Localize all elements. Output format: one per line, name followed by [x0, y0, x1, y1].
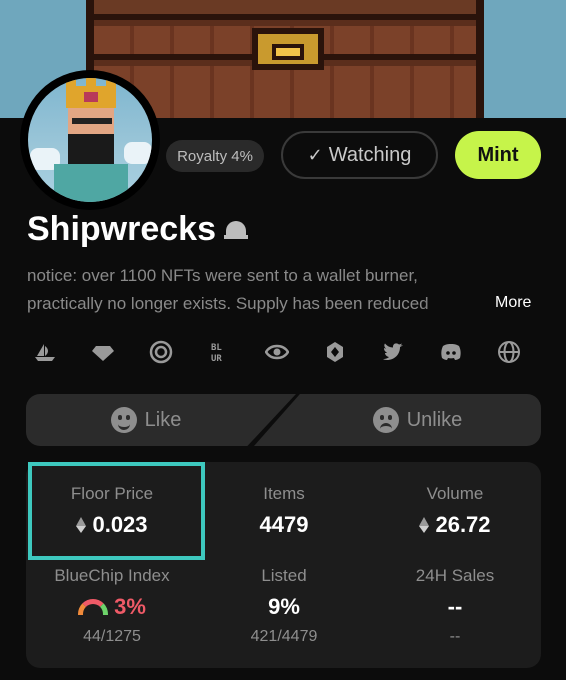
diamond-icon[interactable]	[85, 334, 121, 370]
sales-24h-value: --	[447, 594, 463, 619]
collection-avatar	[20, 70, 160, 210]
smile-icon	[110, 407, 137, 433]
chest-lock	[252, 28, 324, 70]
globe-icon[interactable]	[491, 334, 527, 370]
listed-sub: 421/4479	[250, 628, 318, 645]
element-icon[interactable]	[317, 334, 353, 370]
volume-label: Volume	[426, 484, 484, 503]
svg-text:UR: UR	[211, 354, 222, 364]
listed-label: Listed	[261, 566, 307, 585]
gauge-icon	[78, 599, 109, 615]
sad-face-icon	[372, 407, 399, 433]
discord-icon[interactable]	[433, 334, 469, 370]
social-links: BL UR	[27, 334, 527, 370]
stat-listed[interactable]: Listed 9% 421/4479	[198, 566, 370, 646]
sales-24h-label: 24H Sales	[415, 566, 495, 585]
blur-icon[interactable]: BL UR	[201, 334, 237, 370]
sales-24h-sub: --	[449, 628, 461, 645]
mint-label: Mint	[477, 143, 519, 166]
opensea-icon[interactable]	[27, 334, 63, 370]
stat-volume[interactable]: Volume 26.72	[369, 484, 541, 538]
looksrare-icon[interactable]	[143, 334, 179, 370]
unlike-label: Unlike	[406, 408, 463, 431]
x2y2-icon[interactable]	[259, 334, 295, 370]
stat-items[interactable]: Items 4479	[198, 484, 370, 538]
stat-bluechip-index[interactable]: BlueChip Index 3% 44/1275	[26, 566, 198, 646]
mint-button[interactable]: Mint	[455, 131, 541, 179]
items-label: Items	[263, 484, 305, 503]
royalty-label: Royalty 4%	[177, 147, 253, 165]
like-label: Like	[144, 408, 182, 431]
description-line-1: notice: over 1100 NFTs were sent to a wa…	[27, 266, 418, 285]
watching-label: Watching	[328, 143, 412, 166]
listed-value: 9%	[268, 594, 300, 619]
more-link[interactable]: More	[495, 294, 531, 312]
collection-name: Shipwrecks	[27, 210, 216, 248]
stat-24h-sales[interactable]: 24H Sales -- --	[369, 566, 541, 646]
unlike-button[interactable]: Unlike	[254, 394, 541, 446]
bluechip-value: 3%	[114, 594, 146, 619]
check-icon: ✓	[307, 144, 323, 165]
collection-title: Shipwrecks	[27, 210, 248, 249]
twitter-icon[interactable]	[375, 334, 411, 370]
royalty-badge: Royalty 4%	[166, 140, 264, 172]
watching-button[interactable]: ✓ Watching	[281, 131, 438, 179]
volume-value: 26.72	[435, 512, 491, 537]
bluechip-sub: 44/1275	[83, 628, 141, 645]
items-value: 4479	[259, 512, 309, 537]
bluechip-label: BlueChip Index	[54, 566, 170, 585]
alarm-icon	[223, 220, 248, 239]
eth-icon	[419, 517, 430, 533]
svg-text:BL: BL	[211, 343, 222, 353]
floor-price-highlight	[28, 462, 205, 560]
